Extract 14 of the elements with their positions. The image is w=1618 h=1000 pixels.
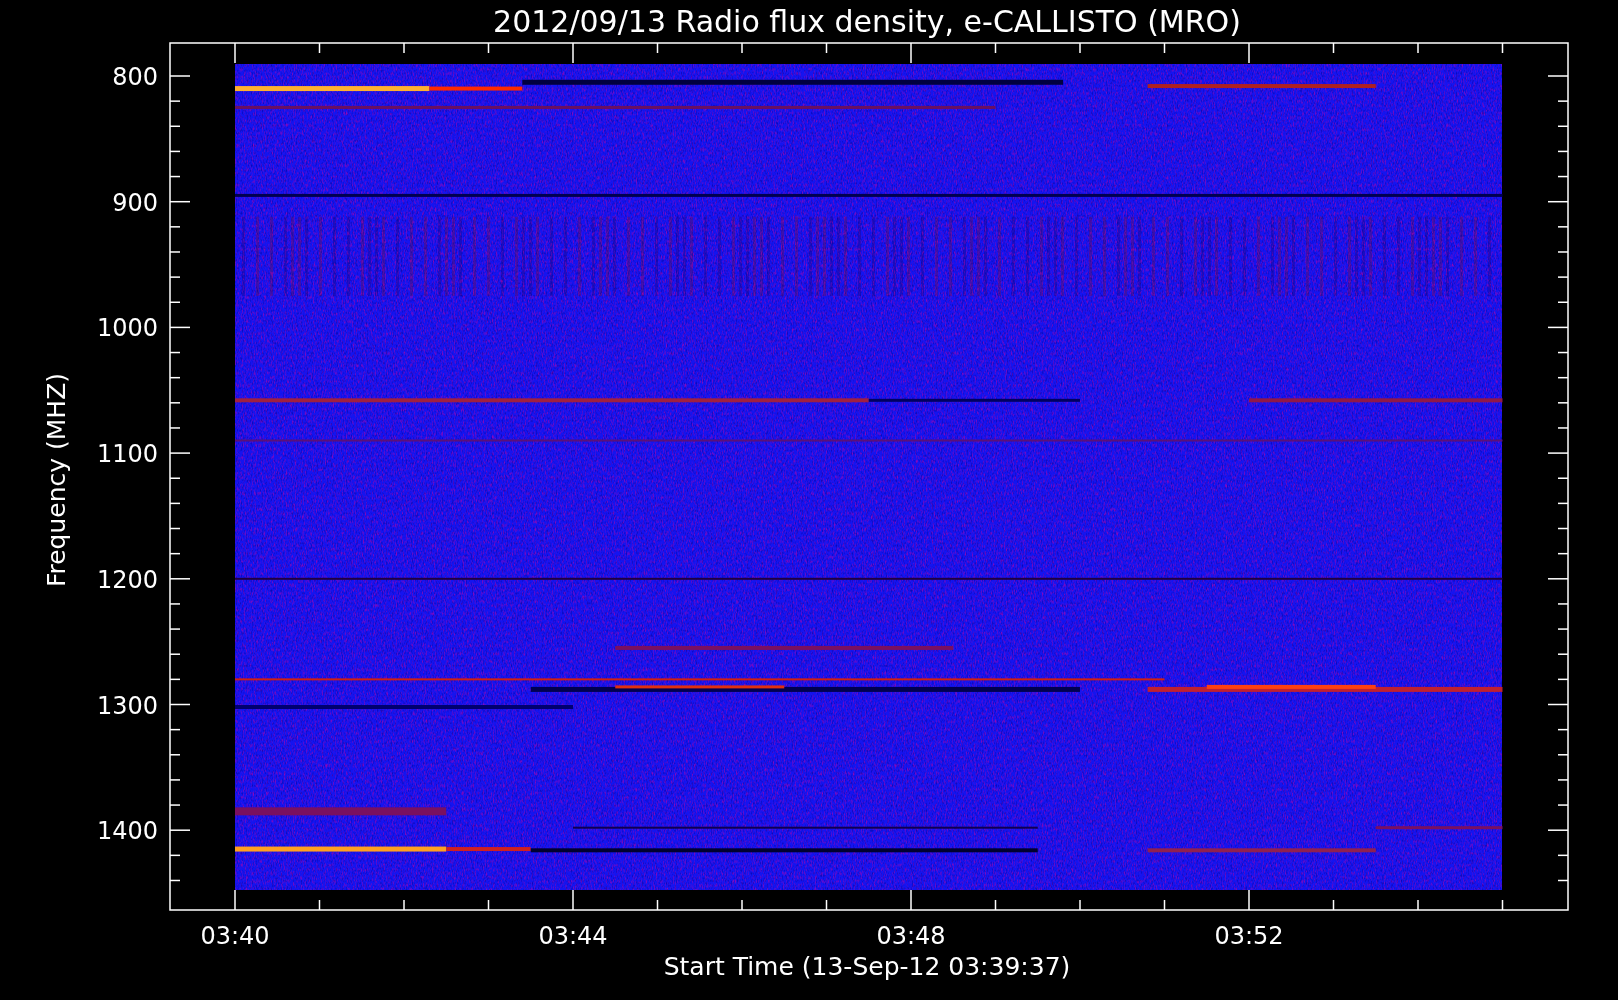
chart-title: 2012/09/13 Radio flux density, e-CALLISTO (MRO) bbox=[493, 4, 1241, 39]
axis-title: Start Time (13-Sep-12 03:39:37) bbox=[663, 952, 1071, 981]
tick-label: 03:40 bbox=[200, 922, 270, 950]
tick-label: 900 bbox=[112, 188, 158, 217]
tick-label: 1200 bbox=[96, 565, 158, 594]
tick-label: 1000 bbox=[96, 314, 158, 343]
tick-label: 03:44 bbox=[538, 922, 608, 950]
tick-label: 1100 bbox=[96, 440, 158, 469]
tick-label: 03:48 bbox=[876, 922, 946, 950]
tick-label: 800 bbox=[112, 63, 158, 91]
tick-label: 1400 bbox=[96, 817, 158, 846]
tick-label: 03:52 bbox=[1214, 922, 1284, 950]
tick-label: 1300 bbox=[96, 691, 158, 720]
axis-title: Frequency (MHZ) bbox=[42, 372, 71, 588]
